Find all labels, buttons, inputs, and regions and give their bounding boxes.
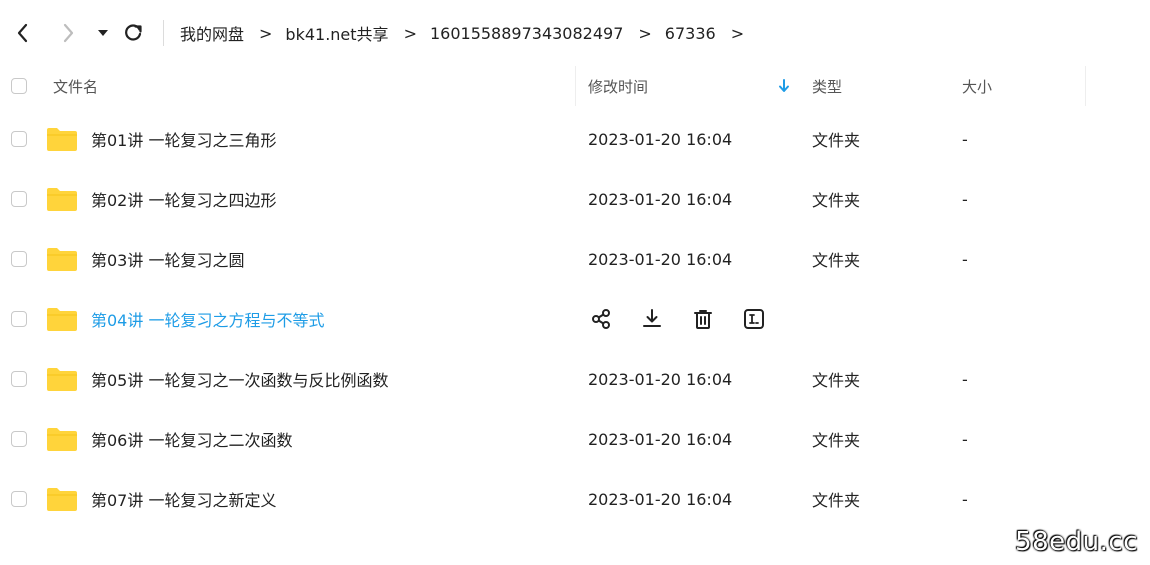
folder-icon <box>47 428 77 451</box>
file-size: - <box>962 369 968 389</box>
file-name[interactable]: 第03讲 一轮复习之圆 <box>91 229 244 289</box>
share-button[interactable] <box>588 306 614 332</box>
file-row[interactable]: 第01讲 一轮复习之三角形 2023-01-20 16:04 文件夹 - <box>0 109 1150 169</box>
file-name[interactable]: 第05讲 一轮复习之一次函数与反比例函数 <box>91 349 388 409</box>
file-size: - <box>962 189 968 209</box>
breadcrumb-separator: > <box>730 23 745 43</box>
file-size: - <box>962 249 968 269</box>
rename-icon <box>744 309 764 329</box>
delete-icon <box>694 310 712 329</box>
rename-button[interactable] <box>741 306 767 332</box>
sort-descending-icon[interactable] <box>778 78 790 94</box>
file-modified: 2023-01-20 16:04 <box>588 429 733 449</box>
file-type: 文件夹 <box>812 431 861 450</box>
file-name[interactable]: 第06讲 一轮复习之二次函数 <box>91 409 292 469</box>
column-header-name[interactable]: 文件名 <box>53 66 98 106</box>
file-type: 文件夹 <box>812 191 861 210</box>
row-checkbox[interactable] <box>11 431 27 447</box>
row-checkbox[interactable] <box>11 311 27 327</box>
column-header-type[interactable]: 类型 <box>812 66 842 106</box>
breadcrumb-item-share[interactable]: bk41.net共享 <box>285 21 388 45</box>
breadcrumb-separator: > <box>403 23 417 43</box>
folder-icon <box>47 248 77 271</box>
row-checkbox[interactable] <box>11 371 27 387</box>
refresh-button[interactable] <box>120 20 146 46</box>
forward-button[interactable] <box>55 20 81 46</box>
delete-button[interactable] <box>690 306 716 332</box>
back-button[interactable] <box>10 20 36 46</box>
toolbar: 我的网盘 > bk41.net共享 > 1601558897343082497 … <box>0 0 1150 66</box>
folder-icon <box>47 308 77 331</box>
file-type: 文件夹 <box>812 491 861 510</box>
row-checkbox[interactable] <box>11 491 27 507</box>
caret-down-icon <box>98 30 108 36</box>
row-checkbox[interactable] <box>11 251 27 267</box>
file-modified: 2023-01-20 16:04 <box>588 189 733 209</box>
file-modified: 2023-01-20 16:04 <box>588 129 733 149</box>
file-modified: 2023-01-20 16:04 <box>588 489 733 509</box>
file-row[interactable]: 第07讲 一轮复习之新定义 2023-01-20 16:04 文件夹 - <box>0 469 1150 529</box>
file-list-header: 文件名 修改时间 类型 大小 <box>0 66 1150 106</box>
folder-icon <box>47 368 77 391</box>
file-name[interactable]: 第01讲 一轮复习之三角形 <box>91 109 276 169</box>
column-header-size[interactable]: 大小 <box>962 66 992 106</box>
folder-icon <box>47 188 77 211</box>
watermark: 58edu.cc <box>1015 527 1138 557</box>
breadcrumb-separator: > <box>259 23 273 43</box>
folder-icon <box>47 488 77 511</box>
chevron-right-icon <box>63 23 74 43</box>
breadcrumb-separator: > <box>638 23 652 43</box>
file-row[interactable]: 第03讲 一轮复习之圆 2023-01-20 16:04 文件夹 - <box>0 229 1150 289</box>
file-size: - <box>962 129 968 149</box>
breadcrumb-item-current[interactable]: 67336 <box>665 24 716 43</box>
folder-icon <box>47 128 77 151</box>
breadcrumb: 我的网盘 > bk41.net共享 > 1601558897343082497 … <box>180 20 757 46</box>
refresh-icon <box>125 24 142 41</box>
row-checkbox[interactable] <box>11 191 27 207</box>
file-type: 文件夹 <box>812 131 861 150</box>
row-checkbox[interactable] <box>11 131 27 147</box>
file-name[interactable]: 第04讲 一轮复习之方程与不等式 <box>91 289 324 349</box>
share-icon <box>592 309 610 329</box>
file-row-hovered[interactable]: 第04讲 一轮复习之方程与不等式 <box>0 289 1150 349</box>
row-actions <box>588 306 792 332</box>
download-icon <box>643 309 661 327</box>
chevron-left-icon <box>17 23 28 43</box>
file-modified: 2023-01-20 16:04 <box>588 249 733 269</box>
file-type: 文件夹 <box>812 371 861 390</box>
history-dropdown-button[interactable] <box>90 20 116 46</box>
file-type: 文件夹 <box>812 251 861 270</box>
column-header-modified[interactable]: 修改时间 <box>588 66 648 106</box>
breadcrumb-item-id[interactable]: 1601558897343082497 <box>430 24 623 43</box>
file-row[interactable]: 第05讲 一轮复习之一次函数与反比例函数 2023-01-20 16:04 文件… <box>0 349 1150 409</box>
toolbar-divider <box>163 20 164 46</box>
column-divider[interactable] <box>1085 66 1086 106</box>
file-row[interactable]: 第02讲 一轮复习之四边形 2023-01-20 16:04 文件夹 - <box>0 169 1150 229</box>
file-size: - <box>962 429 968 449</box>
breadcrumb-item-root[interactable]: 我的网盘 <box>180 21 244 45</box>
file-row[interactable]: 第06讲 一轮复习之二次函数 2023-01-20 16:04 文件夹 - <box>0 409 1150 469</box>
download-button[interactable] <box>639 306 665 332</box>
file-name[interactable]: 第02讲 一轮复习之四边形 <box>91 169 276 229</box>
file-size: - <box>962 489 968 509</box>
column-divider[interactable] <box>575 66 576 106</box>
file-modified: 2023-01-20 16:04 <box>588 369 733 389</box>
select-all-checkbox[interactable] <box>11 78 27 94</box>
file-name[interactable]: 第07讲 一轮复习之新定义 <box>91 469 276 529</box>
